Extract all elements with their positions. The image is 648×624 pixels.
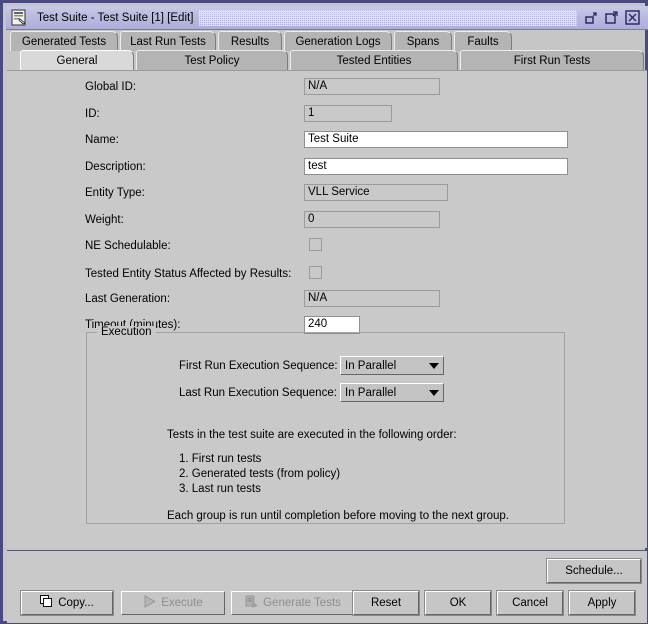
label-entity-type: Entity Type: — [85, 187, 145, 199]
tab-label: Tested Entities — [336, 54, 412, 67]
general-tab-panel: Global ID: N/A ID: 1 Name: Test Suite De… — [7, 70, 647, 548]
tab-label: First Run Tests — [513, 54, 591, 67]
tab-general[interactable]: General — [20, 50, 134, 71]
window-title: Test Suite - Test Suite [1] [Edit] — [37, 11, 194, 24]
label-description: Description: — [85, 161, 146, 173]
minimize-icon[interactable] — [583, 10, 598, 25]
tab-label: Spans — [406, 35, 440, 48]
field-row-name: Name: Test Suite — [7, 131, 647, 153]
close-icon[interactable] — [625, 10, 640, 25]
tab-label: Generated Tests — [21, 35, 107, 48]
tab-label: Results — [230, 35, 270, 48]
execution-order-step: 1. First run tests — [179, 453, 262, 465]
tab-test-policy[interactable]: Test Policy — [136, 50, 288, 70]
title-bar: Test Suite - Test Suite [1] [Edit] — [6, 6, 648, 30]
id-value: 1 — [304, 105, 392, 122]
entity-type-value: VLL Service — [304, 184, 448, 201]
copy-icon — [40, 595, 53, 611]
generate-tests-icon — [245, 595, 259, 611]
tab-spans[interactable]: Spans — [394, 31, 452, 51]
tested-entity-status-checkbox[interactable] — [309, 266, 322, 279]
play-icon — [143, 595, 157, 611]
first-run-sequence-value: In Parallel — [345, 359, 397, 372]
schedule-button-label: Schedule... — [565, 565, 623, 577]
description-input[interactable]: test — [304, 158, 568, 175]
label-tested-entity-status: Tested Entity Status Affected by Results… — [85, 268, 292, 280]
restore-icon[interactable] — [604, 10, 619, 25]
title-texture — [199, 9, 577, 26]
reset-button[interactable]: Reset — [352, 590, 420, 616]
field-row-tested-entity-status: Tested Entity Status Affected by Results… — [7, 265, 647, 287]
field-row-description: Description: test — [7, 158, 647, 180]
cancel-button[interactable]: Cancel — [496, 590, 564, 616]
schedule-button[interactable]: Schedule... — [546, 558, 642, 584]
tab-label: Faults — [467, 35, 499, 48]
tab-label: Last Run Tests — [130, 35, 206, 48]
label-id: ID: — [85, 108, 100, 120]
tab-generated-tests[interactable]: Generated Tests — [10, 31, 118, 51]
field-row-weight: Weight: 0 — [7, 211, 647, 233]
tab-first-run-tests[interactable]: First Run Tests — [460, 50, 644, 70]
field-row-id: ID: 1 — [7, 105, 647, 127]
label-weight: Weight: — [85, 214, 124, 226]
button-bar: Schedule... Copy... Execute Generate Tes… — [7, 551, 647, 623]
tab-tested-entities[interactable]: Tested Entities — [290, 50, 458, 70]
last-generation-value: N/A — [304, 290, 440, 307]
field-row-ne-schedulable: NE Schedulable: — [7, 237, 647, 259]
test-suite-window: Test Suite - Test Suite [1] [Edit] Gener… — [0, 0, 648, 624]
generate-tests-button-label: Generate Tests — [263, 597, 341, 609]
tab-generation-logs[interactable]: Generation Logs — [284, 31, 392, 51]
label-ne-schedulable: NE Schedulable: — [85, 240, 171, 252]
tab-row-primary: Generated Tests Last Run Tests Results G… — [6, 31, 648, 52]
generate-tests-button[interactable]: Generate Tests — [231, 591, 355, 615]
execution-group: Execution First Run Execution Sequence: … — [86, 326, 565, 524]
global-id-value: N/A — [304, 78, 440, 95]
label-last-generation: Last Generation: — [85, 293, 171, 305]
reset-button-label: Reset — [370, 597, 402, 609]
chevron-down-icon — [425, 389, 443, 396]
execution-order-step: 3. Last run tests — [179, 483, 261, 495]
execution-order-note: Tests in the test suite are executed in … — [167, 429, 457, 441]
tab-last-run-tests[interactable]: Last Run Tests — [120, 31, 216, 51]
label-name: Name: — [85, 134, 119, 146]
execute-button-label: Execute — [161, 597, 203, 609]
apply-button-label: Apply — [587, 597, 617, 609]
tab-label: Generation Logs — [295, 35, 381, 48]
first-run-sequence-dropdown[interactable]: In Parallel — [340, 356, 444, 375]
window-controls — [583, 10, 640, 25]
cancel-button-label: Cancel — [512, 597, 548, 609]
label-first-run-sequence: First Run Execution Sequence: — [179, 360, 338, 372]
execution-order-step: 2. Generated tests (from policy) — [179, 468, 341, 480]
copy-button[interactable]: Copy... — [20, 590, 114, 616]
weight-value: 0 — [304, 211, 440, 228]
ne-schedulable-checkbox[interactable] — [309, 238, 322, 251]
field-row-entity-type: Entity Type: VLL Service — [7, 184, 647, 206]
label-global-id: Global ID: — [85, 81, 137, 93]
copy-button-label: Copy... — [58, 597, 94, 609]
field-row-last-generation: Last Generation: N/A — [7, 290, 647, 312]
tab-results[interactable]: Results — [218, 31, 282, 51]
name-input[interactable]: Test Suite — [304, 131, 568, 148]
test-suite-icon — [11, 9, 29, 27]
tab-faults[interactable]: Faults — [454, 31, 512, 51]
ok-button[interactable]: OK — [424, 590, 492, 616]
tab-label: General — [56, 55, 98, 67]
apply-button[interactable]: Apply — [568, 590, 636, 616]
ok-button-label: OK — [449, 597, 467, 609]
tab-row-secondary: General Test Policy Tested Entities Firs… — [6, 50, 648, 71]
last-run-sequence-value: In Parallel — [345, 386, 397, 399]
field-row-global-id: Global ID: N/A — [7, 78, 647, 100]
last-run-sequence-dropdown[interactable]: In Parallel — [340, 383, 444, 402]
execute-button[interactable]: Execute — [121, 591, 225, 615]
label-last-run-sequence: Last Run Execution Sequence: — [179, 387, 337, 399]
execution-footer-note: Each group is run until completion befor… — [167, 510, 510, 522]
execution-order-list: 1. First run tests 2. Generated tests (f… — [179, 452, 340, 497]
chevron-down-icon — [425, 362, 443, 369]
tab-label: Test Policy — [184, 54, 240, 67]
execution-group-title: Execution — [97, 326, 156, 338]
